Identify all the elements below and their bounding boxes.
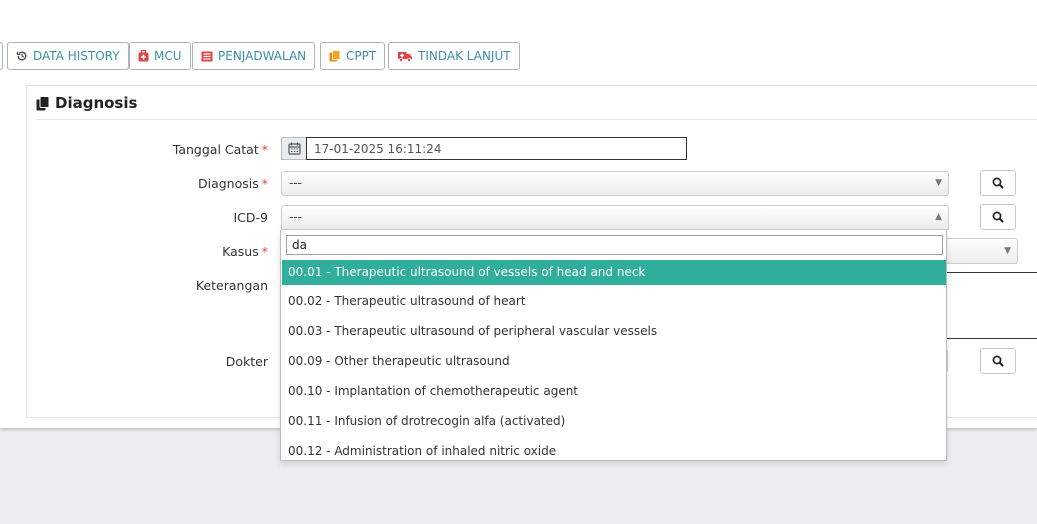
icd9-label: ICD-9 [233, 210, 268, 225]
list-item[interactable]: 00.12 - Administration of inhaled nitric… [282, 438, 946, 460]
data-history-button[interactable]: DATA HISTORY [7, 42, 129, 70]
penjadwalan-button[interactable]: PENJADWALAN [192, 42, 316, 70]
diagnosis-search-button[interactable] [980, 170, 1016, 196]
list-item[interactable]: 00.11 - Infusion of drotrecogin alfa (ac… [282, 408, 946, 438]
panel-title-text: Diagnosis [55, 94, 138, 112]
chevron-down-icon: ▼ [935, 178, 942, 188]
dokter-label: Dokter [225, 354, 268, 369]
history-icon [16, 51, 27, 61]
icd9-dropdown: 00.01 - Therapeutic ultrasound of vessel… [280, 230, 947, 461]
icd9-search-button[interactable] [980, 204, 1016, 230]
diagnosis-label: Diagnosis * [197, 176, 268, 191]
icd9-select[interactable]: --- ▲ [281, 205, 949, 230]
diagnosis-select-value: --- [289, 176, 302, 190]
search-icon [992, 211, 1004, 223]
list-item[interactable]: 00.02 - Therapeutic ultrasound of heart [282, 288, 946, 318]
required-mark: * [261, 142, 268, 157]
list-item[interactable]: 00.03 - Therapeutic ultrasound of periph… [282, 318, 946, 348]
required-mark: * [261, 176, 268, 191]
calendar-icon [287, 142, 301, 155]
diagnosis-select[interactable]: --- ▼ [281, 171, 949, 196]
panel-title: Diagnosis [36, 94, 137, 112]
tanggal-catat-input[interactable] [306, 137, 687, 160]
toolbar-prev-button-partial[interactable] [0, 42, 3, 70]
search-icon [992, 177, 1004, 189]
ambulance-icon [398, 52, 412, 62]
mcu-label: MCU [154, 49, 182, 63]
tanggal-catat-label: Tanggal Catat * [172, 142, 268, 157]
files-icon [36, 95, 50, 110]
icd9-search-input[interactable] [286, 235, 943, 255]
required-mark: * [261, 244, 268, 259]
list-item[interactable]: 00.10 - Implantation of chemotherapeutic… [282, 378, 946, 408]
cppt-label: CPPT [346, 49, 377, 63]
icd9-select-value: --- [289, 210, 302, 224]
chevron-up-icon: ▲ [935, 212, 942, 222]
cppt-button[interactable]: CPPT [320, 42, 386, 70]
panel-divider [36, 119, 1037, 120]
data-history-label: DATA HISTORY [33, 49, 120, 63]
search-icon [992, 355, 1004, 367]
mcu-button[interactable]: MCU [129, 42, 191, 70]
kasus-label: Kasus * [222, 244, 268, 259]
penjadwalan-label: PENJADWALAN [218, 49, 307, 63]
tindak-lanjut-label: TINDAK LANJUT [418, 49, 511, 63]
calendar-button[interactable] [281, 137, 306, 160]
list-icon [201, 51, 213, 61]
medkit-icon [138, 50, 149, 62]
copy-icon [329, 50, 341, 62]
keterangan-label: Keterangan [195, 278, 268, 293]
chevron-down-icon: ▼ [1004, 246, 1011, 256]
keterangan-textarea[interactable] [946, 272, 1037, 339]
list-item[interactable]: 00.09 - Other therapeutic ultrasound [282, 348, 946, 378]
list-item[interactable]: 00.01 - Therapeutic ultrasound of vessel… [282, 260, 946, 285]
dokter-search-button[interactable] [980, 348, 1016, 374]
icd9-options-list: 00.01 - Therapeutic ultrasound of vessel… [282, 260, 946, 460]
tindak-lanjut-button[interactable]: TINDAK LANJUT [388, 42, 520, 70]
